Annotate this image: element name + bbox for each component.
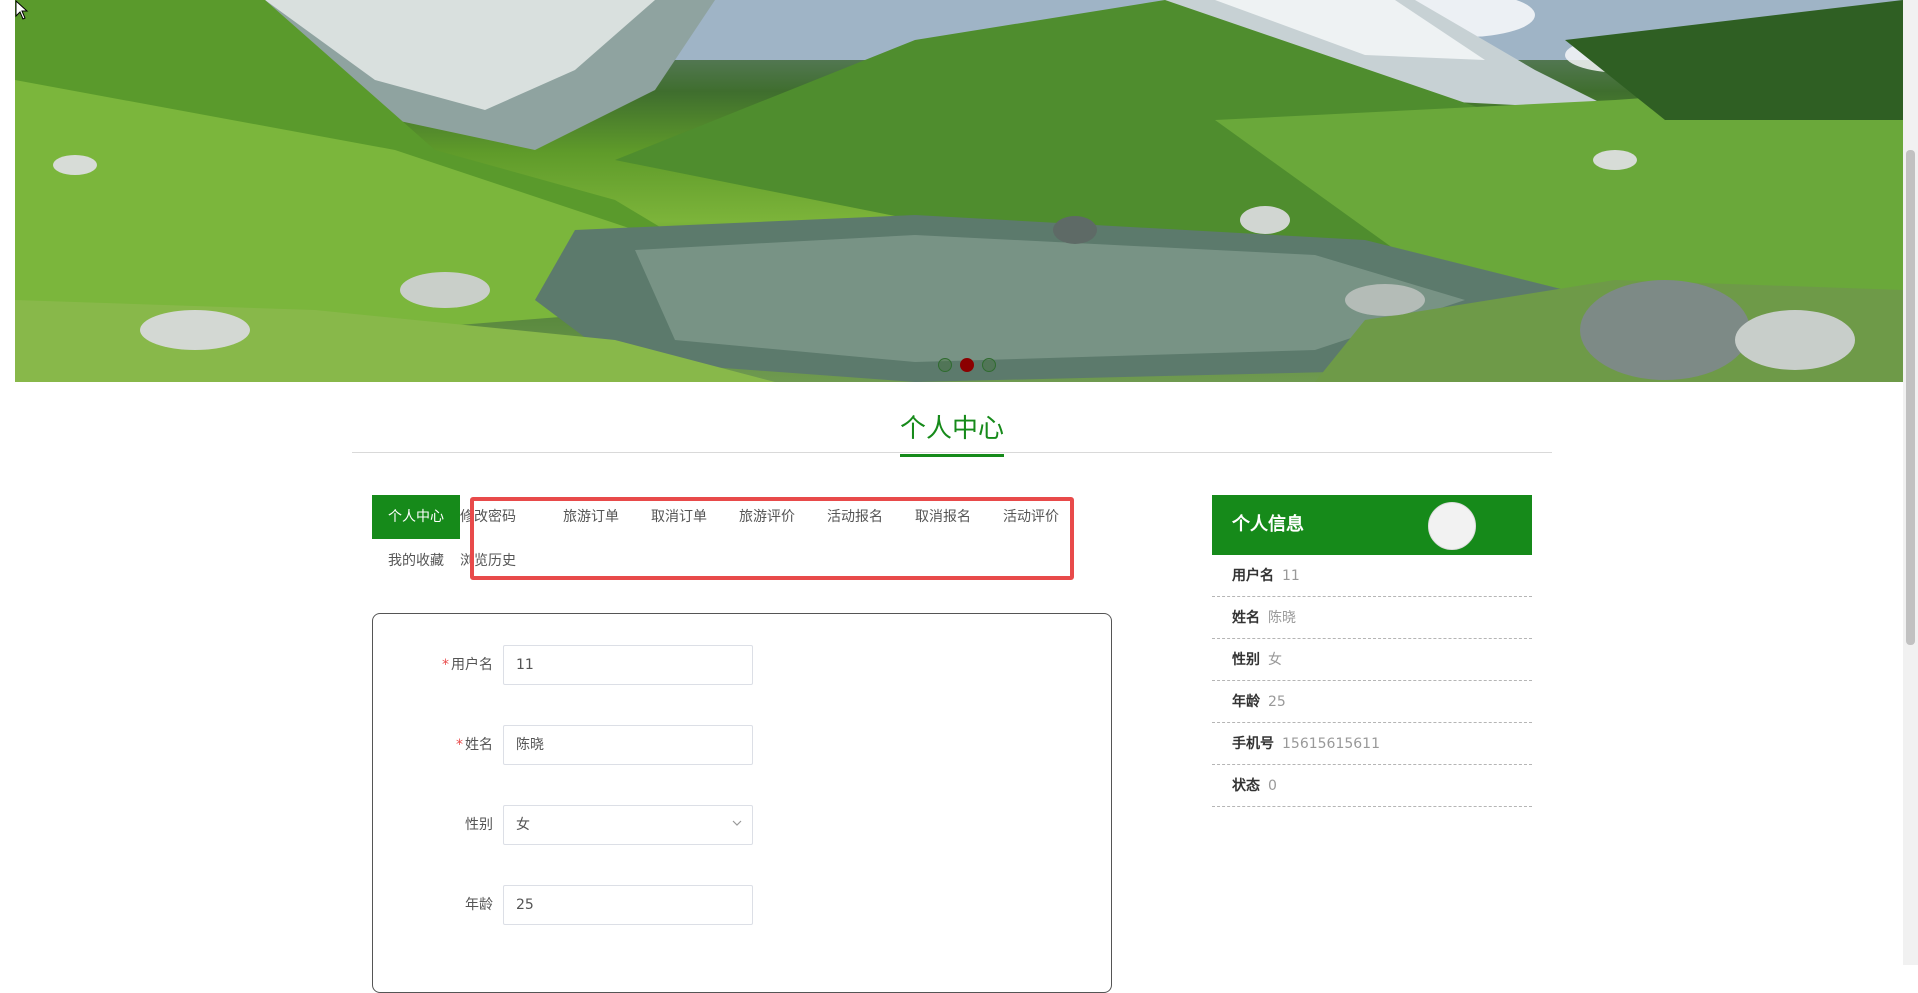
username-label: * 用户名 — [373, 645, 493, 685]
info-row-name: 姓名 陈晓 — [1212, 597, 1532, 639]
info-key: 年龄 — [1232, 694, 1260, 710]
page-title: 个人中心 — [900, 410, 1004, 457]
landscape-image — [15, 0, 1903, 382]
gender-label: 性别 — [465, 817, 493, 833]
info-value: 女 — [1268, 652, 1282, 668]
info-card-title: 个人信息 — [1232, 514, 1304, 535]
tab-travel-orders[interactable]: 旅游订单 — [547, 495, 635, 539]
required-mark: * — [456, 737, 463, 753]
age-input[interactable]: 25 — [503, 885, 753, 925]
info-row-gender: 性别女 — [1212, 639, 1532, 681]
username-label-text: 用户名 — [451, 657, 493, 673]
info-value: 15615615611 — [1282, 736, 1380, 752]
info-value: 0 — [1268, 778, 1277, 794]
age-label: 年龄 — [465, 897, 493, 913]
tab-browse-history[interactable]: 浏览历史 — [460, 539, 532, 583]
info-value: 25 — [1268, 694, 1286, 710]
info-value: 11 — [1282, 568, 1300, 584]
tab-my-favorites[interactable]: 我的收藏 — [372, 539, 460, 583]
profile-form: * 用户名 11 * 姓名 陈晓 性别 女 年龄 25 — [372, 613, 1112, 993]
form-row-name: * 姓名 陈晓 — [373, 725, 1113, 765]
personal-info-card: 个人信息 用户名 11 姓名 陈晓 性别女 年龄 25 手机号 15615615611 … — [1212, 495, 1532, 807]
mouse-cursor-icon — [15, 0, 29, 20]
carousel-dots — [938, 358, 996, 372]
hero-banner — [15, 0, 1903, 382]
gender-select[interactable]: 女 — [503, 805, 753, 845]
tab-activity-signup[interactable]: 活动报名 — [811, 495, 899, 539]
username-input[interactable]: 11 — [503, 645, 753, 685]
info-key: 用户名 — [1232, 568, 1274, 584]
form-row-age: 年龄 25 — [373, 885, 1113, 925]
info-value: 陈晓 — [1268, 610, 1296, 626]
avatar — [1428, 502, 1476, 550]
info-row-phone: 手机号 15615615611 — [1212, 723, 1532, 765]
form-row-username: * 用户名 11 — [373, 645, 1113, 685]
tab-activity-reviews[interactable]: 活动评价 — [987, 495, 1075, 539]
gender-select-value: 女 — [516, 817, 530, 833]
info-key: 手机号 — [1232, 736, 1274, 752]
info-row-age: 年龄 25 — [1212, 681, 1532, 723]
page-scrollbar-thumb[interactable] — [1906, 150, 1915, 645]
form-row-gender: 性别 女 — [373, 805, 1113, 845]
info-card-header: 个人信息 — [1212, 495, 1532, 555]
name-label: * 姓名 — [373, 725, 493, 765]
info-row-status: 状态 0 — [1212, 765, 1532, 807]
required-mark: * — [442, 657, 449, 673]
info-key: 性别 — [1232, 652, 1260, 668]
name-label-text: 姓名 — [465, 737, 493, 753]
carousel-dot-1[interactable] — [938, 358, 952, 372]
carousel-dot-3[interactable] — [982, 358, 996, 372]
info-row-username: 用户名 11 — [1212, 555, 1532, 597]
chevron-down-icon — [732, 820, 742, 826]
carousel-dot-2[interactable] — [960, 358, 974, 372]
info-key: 姓名 — [1232, 610, 1260, 626]
tab-cancel-signup[interactable]: 取消报名 — [899, 495, 987, 539]
tab-cancel-orders[interactable]: 取消订单 — [635, 495, 723, 539]
info-key: 状态 — [1232, 778, 1260, 794]
tab-travel-reviews[interactable]: 旅游评价 — [723, 495, 811, 539]
name-input[interactable]: 陈晓 — [503, 725, 753, 765]
tab-personal-center[interactable]: 个人中心 — [372, 495, 460, 539]
tab-change-password[interactable]: 修改密码 — [460, 495, 532, 539]
